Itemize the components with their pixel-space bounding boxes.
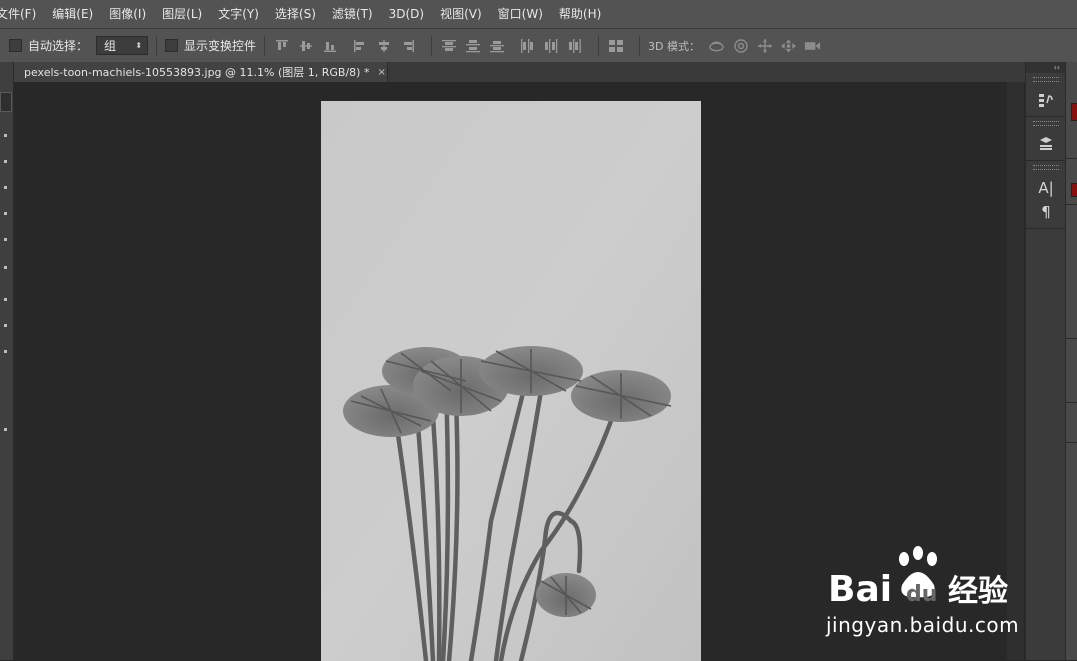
align-top-icon[interactable] [273, 37, 290, 54]
menu-filter[interactable]: 滤镜(T) [324, 0, 381, 28]
tool-marker[interactable] [4, 134, 7, 137]
align-bottom-icon[interactable] [321, 37, 338, 54]
character-panel-icon[interactable]: A| [1026, 176, 1066, 200]
menu-bar: 文件(F) 编辑(E) 图像(I) 图层(L) 文字(Y) 选择(S) 滤镜(T… [0, 0, 1077, 29]
auto-select-option[interactable]: 自动选择： [9, 37, 88, 54]
updown-arrow-icon: ⬍ [135, 41, 143, 50]
show-transform-option[interactable]: 显示变换控件 [165, 37, 256, 54]
tools-panel [0, 62, 14, 660]
tool-marker[interactable] [4, 212, 7, 215]
auto-align-layers-icon[interactable] [607, 37, 624, 54]
menu-view[interactable]: 视图(V) [432, 0, 490, 28]
menu-3d[interactable]: 3D(D) [381, 0, 432, 28]
menu-window[interactable]: 窗口(W) [490, 0, 551, 28]
menu-file[interactable]: 文件(F) [0, 0, 44, 28]
menu-type[interactable]: 文字(Y) [210, 0, 267, 28]
options-bar: 自动选择： 组 ⬍ 显示变换控件 3D 模式： [0, 29, 1077, 63]
divider [1066, 402, 1077, 403]
tool-marker[interactable] [4, 266, 7, 269]
panel-dock: ‹‹ A| ¶ [1025, 62, 1066, 660]
divider [264, 35, 266, 56]
menu-edit[interactable]: 编辑(E) [44, 0, 101, 28]
color-swatch[interactable] [1071, 183, 1077, 197]
divider [156, 35, 158, 56]
tool-marker[interactable] [4, 324, 7, 327]
divider [1066, 442, 1077, 443]
close-icon[interactable]: × [377, 67, 385, 78]
history-panel-icon[interactable] [1026, 88, 1066, 112]
tool-marker[interactable] [4, 160, 7, 163]
distribute-left-icon[interactable] [518, 37, 535, 54]
3d-pan-icon[interactable] [756, 37, 773, 54]
divider [639, 35, 641, 56]
auto-select-label: 自动选择： [28, 39, 89, 53]
tool-marker[interactable] [4, 238, 7, 241]
panel-grip[interactable] [1033, 121, 1059, 126]
color-swatch[interactable] [1071, 103, 1077, 121]
document-tab-title: pexels-toon-machiels-10553893.jpg @ 11.1… [24, 66, 370, 79]
baidu-watermark: Bai du 经验 jingyan.baidu.com [826, 543, 1026, 643]
properties-panel-icon[interactable] [1026, 132, 1066, 156]
distribute-vertical-center-icon[interactable] [464, 37, 481, 54]
right-panel [1065, 62, 1077, 660]
dock-group-history [1026, 73, 1066, 117]
3d-slide-icon[interactable] [780, 37, 797, 54]
show-transform-checkbox[interactable] [165, 39, 179, 52]
distribute-horizontal-center-icon[interactable] [542, 37, 559, 54]
3d-roll-icon[interactable] [732, 37, 749, 54]
menu-layer[interactable]: 图层(L) [154, 0, 210, 28]
watermark-url: jingyan.baidu.com [826, 613, 1020, 637]
align-left-icon[interactable] [351, 37, 368, 54]
dock-group-type: A| ¶ [1026, 161, 1066, 229]
divider [1066, 338, 1077, 339]
baidu-brand-text: Bai [828, 569, 892, 609]
tool-move-button[interactable] [0, 92, 12, 112]
panel-grip[interactable] [1033, 77, 1059, 82]
show-transform-label: 显示变换控件 [184, 39, 257, 53]
auto-select-value: 组 [104, 39, 117, 53]
3d-rotate-icon[interactable] [708, 37, 725, 54]
distribute-right-icon[interactable] [566, 37, 583, 54]
divider [598, 35, 600, 56]
distribute-top-icon[interactable] [440, 37, 457, 54]
3d-mode-label: 3D 模式： [648, 39, 700, 53]
tool-marker[interactable] [4, 350, 7, 353]
collapse-panels-button[interactable]: ‹‹ [1026, 62, 1066, 73]
panel-grip[interactable] [1033, 165, 1059, 170]
baidu-du-text: du [906, 582, 937, 607]
align-vertical-center-icon[interactable] [297, 37, 314, 54]
document-tab[interactable]: pexels-toon-machiels-10553893.jpg @ 11.1… [14, 62, 388, 82]
baidu-paw-logo: Bai du 经验 [828, 546, 1008, 610]
divider [1066, 158, 1077, 159]
align-horizontal-center-icon[interactable] [375, 37, 392, 54]
tool-marker[interactable] [4, 186, 7, 189]
distribute-bottom-icon[interactable] [488, 37, 505, 54]
auto-select-dropdown[interactable]: 组 ⬍ [96, 36, 149, 55]
menu-help[interactable]: 帮助(H) [551, 0, 609, 28]
document-tab-bar: pexels-toon-machiels-10553893.jpg @ 11.1… [14, 62, 1025, 82]
dock-group-3d [1026, 117, 1066, 161]
align-right-icon[interactable] [399, 37, 416, 54]
3d-camera-icon[interactable] [804, 37, 821, 54]
divider [1066, 204, 1077, 205]
auto-select-checkbox[interactable] [9, 39, 22, 52]
divider [431, 35, 433, 56]
paragraph-panel-icon[interactable]: ¶ [1026, 200, 1066, 224]
menu-select[interactable]: 选择(S) [267, 0, 324, 28]
jingyan-product-text: 经验 [948, 574, 1008, 609]
tool-marker[interactable] [4, 428, 7, 431]
photo-canvas[interactable] [321, 101, 701, 661]
menu-image[interactable]: 图像(I) [101, 0, 154, 28]
tool-marker[interactable] [4, 298, 7, 301]
